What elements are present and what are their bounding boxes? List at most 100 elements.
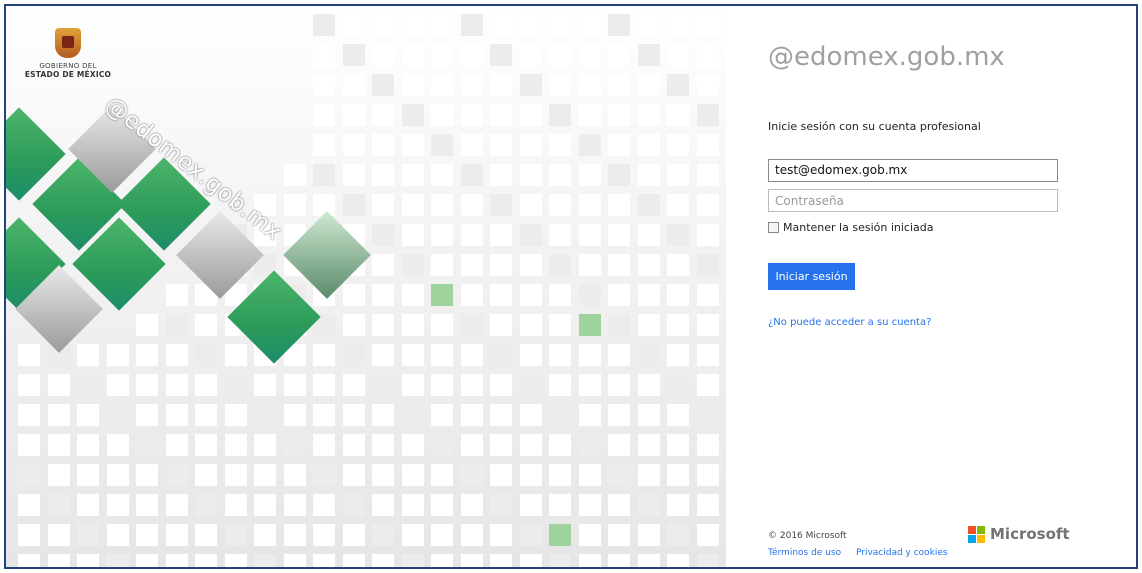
password-field[interactable]	[768, 189, 1058, 212]
background-tile	[372, 524, 394, 546]
background-tile	[637, 164, 660, 186]
background-tile	[254, 404, 276, 426]
keep-signed-in-row[interactable]: Mantener la sesión iniciada	[768, 221, 933, 234]
background-tile	[460, 494, 483, 516]
privacy-link[interactable]: Privacidad y cookies	[856, 548, 948, 558]
background-tile	[578, 284, 601, 306]
background-tile	[490, 374, 512, 396]
microsoft-logo-text: Microsoft	[990, 525, 1070, 543]
background-tile	[696, 164, 719, 186]
keep-signed-in-checkbox[interactable]	[768, 222, 779, 233]
background-tile	[136, 314, 158, 336]
background-tile	[519, 464, 542, 486]
sign-in-button[interactable]: Iniciar sesión	[768, 263, 855, 290]
background-tile	[224, 464, 247, 486]
background-tile	[637, 224, 660, 246]
background-tile	[490, 224, 512, 246]
background-tile	[431, 314, 453, 336]
background-tile	[431, 344, 453, 366]
background-tile	[342, 44, 365, 66]
background-tile	[549, 74, 571, 96]
background-tile	[18, 374, 40, 396]
background-tile	[372, 224, 394, 246]
background-tile	[608, 494, 630, 516]
background-tile	[313, 74, 335, 96]
background-tile	[313, 134, 335, 156]
background-tile	[47, 464, 70, 486]
background-tile	[578, 74, 601, 96]
background-tile	[18, 344, 40, 366]
background-tile	[431, 224, 453, 246]
background-tile	[696, 464, 719, 486]
background-tile	[490, 74, 512, 96]
background-tile	[401, 134, 424, 156]
background-tile	[431, 164, 453, 186]
background-tile	[490, 464, 512, 486]
background-tile	[460, 524, 483, 546]
background-tile	[18, 464, 40, 486]
background-tile	[460, 194, 483, 216]
background-tile	[549, 14, 571, 36]
background-tile	[667, 434, 689, 456]
background-tile	[460, 134, 483, 156]
background-tile	[549, 494, 571, 516]
copyright: © 2016 Microsoft	[768, 531, 847, 541]
background-tile	[47, 554, 70, 567]
background-tile	[519, 344, 542, 366]
background-tile	[313, 104, 335, 126]
background-tile	[519, 404, 542, 426]
background-tile	[47, 374, 70, 396]
background-tile	[165, 344, 188, 366]
background-tile	[578, 344, 601, 366]
background-tile	[460, 404, 483, 426]
background-tile	[195, 404, 217, 426]
background-tile	[313, 434, 335, 456]
background-tile	[401, 44, 424, 66]
background-tile	[608, 464, 630, 486]
background-tile	[637, 44, 660, 66]
background-tile	[460, 374, 483, 396]
background-tile	[372, 554, 394, 567]
background-tile	[637, 554, 660, 567]
background-tile	[490, 554, 512, 567]
estado-de-mexico-shield-icon	[55, 28, 81, 58]
background-tile	[637, 14, 660, 36]
background-tile	[667, 44, 689, 66]
background-tile	[106, 404, 129, 426]
background-tile	[136, 464, 158, 486]
background-tile	[549, 344, 571, 366]
page-frame: GOBIERNO DEL ESTADO DE MÉXICO @edomex.go…	[4, 4, 1138, 569]
microsoft-logo-icon	[968, 525, 985, 543]
background-tile	[519, 44, 542, 66]
background-tile	[401, 164, 424, 186]
forgot-account-link[interactable]: ¿No puede acceder a su cuenta?	[768, 317, 931, 328]
background-tile	[578, 224, 601, 246]
background-tile	[578, 434, 601, 456]
background-tile	[637, 284, 660, 306]
background-tile	[313, 554, 335, 567]
background-tile	[490, 14, 512, 36]
background-tile	[490, 164, 512, 186]
background-tile	[519, 284, 542, 306]
background-tile	[578, 194, 601, 216]
background-tile	[372, 194, 394, 216]
background-tile	[342, 464, 365, 486]
background-tile	[578, 374, 601, 396]
background-tile	[372, 164, 394, 186]
background-tile	[106, 464, 129, 486]
background-tile	[578, 314, 601, 336]
background-tile	[313, 44, 335, 66]
background-tile	[254, 374, 276, 396]
background-tile	[549, 224, 571, 246]
background-tile	[18, 524, 40, 546]
terms-link[interactable]: Términos de uso	[768, 548, 841, 558]
background-tile	[608, 554, 630, 567]
background-tile	[696, 374, 719, 396]
background-tile	[283, 434, 306, 456]
background-tile	[401, 284, 424, 306]
email-field[interactable]: test@edomex.gob.mx	[768, 159, 1058, 182]
background-tile	[578, 524, 601, 546]
background-tile	[195, 494, 217, 516]
background-tile	[77, 464, 99, 486]
background-tile	[490, 44, 512, 66]
